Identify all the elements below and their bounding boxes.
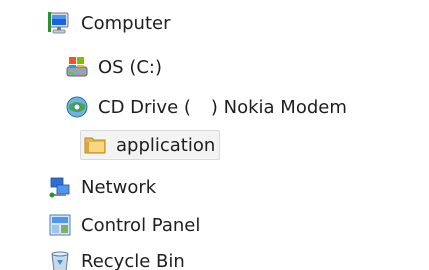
tree-item-control-panel[interactable]: Control Panel (48, 210, 200, 240)
tree-item-label: Recycle Bin (81, 250, 185, 270)
tree-item-network[interactable]: Network (48, 172, 156, 202)
control-panel-icon (48, 213, 72, 237)
drive-icon (65, 55, 89, 79)
tree-item-label: CD Drive ( ) Nokia Modem (98, 97, 347, 118)
tree-item-os-c[interactable]: OS (C:) (65, 52, 162, 82)
tree-item-recycle-bin[interactable]: Recycle Bin (48, 246, 185, 270)
tree-item-cd-drive[interactable]: CD Drive ( ) Nokia Modem (65, 92, 347, 122)
navigation-tree: Computer OS (C:) CD Drive () Nokia Mode… (0, 0, 429, 270)
recycle-bin-icon (48, 249, 72, 270)
tree-item-label: Computer (81, 12, 171, 34)
redacted-drive-letter (191, 98, 210, 116)
cd-drive-icon (65, 95, 89, 119)
tree-item-label: OS (C:) (98, 56, 162, 78)
tree-item-computer[interactable]: Computer (48, 8, 170, 38)
cd-drive-label-suffix: ) Nokia Modem (210, 96, 347, 118)
tree-item-label: Network (81, 176, 157, 198)
folder-icon (83, 133, 107, 157)
tree-item-label: Control Panel (81, 214, 201, 236)
computer-icon (48, 11, 72, 35)
tree-item-label: application (116, 134, 216, 156)
tree-item-application[interactable]: application (80, 130, 221, 160)
network-icon (48, 175, 72, 199)
cd-drive-label-prefix: CD Drive ( (98, 96, 191, 118)
